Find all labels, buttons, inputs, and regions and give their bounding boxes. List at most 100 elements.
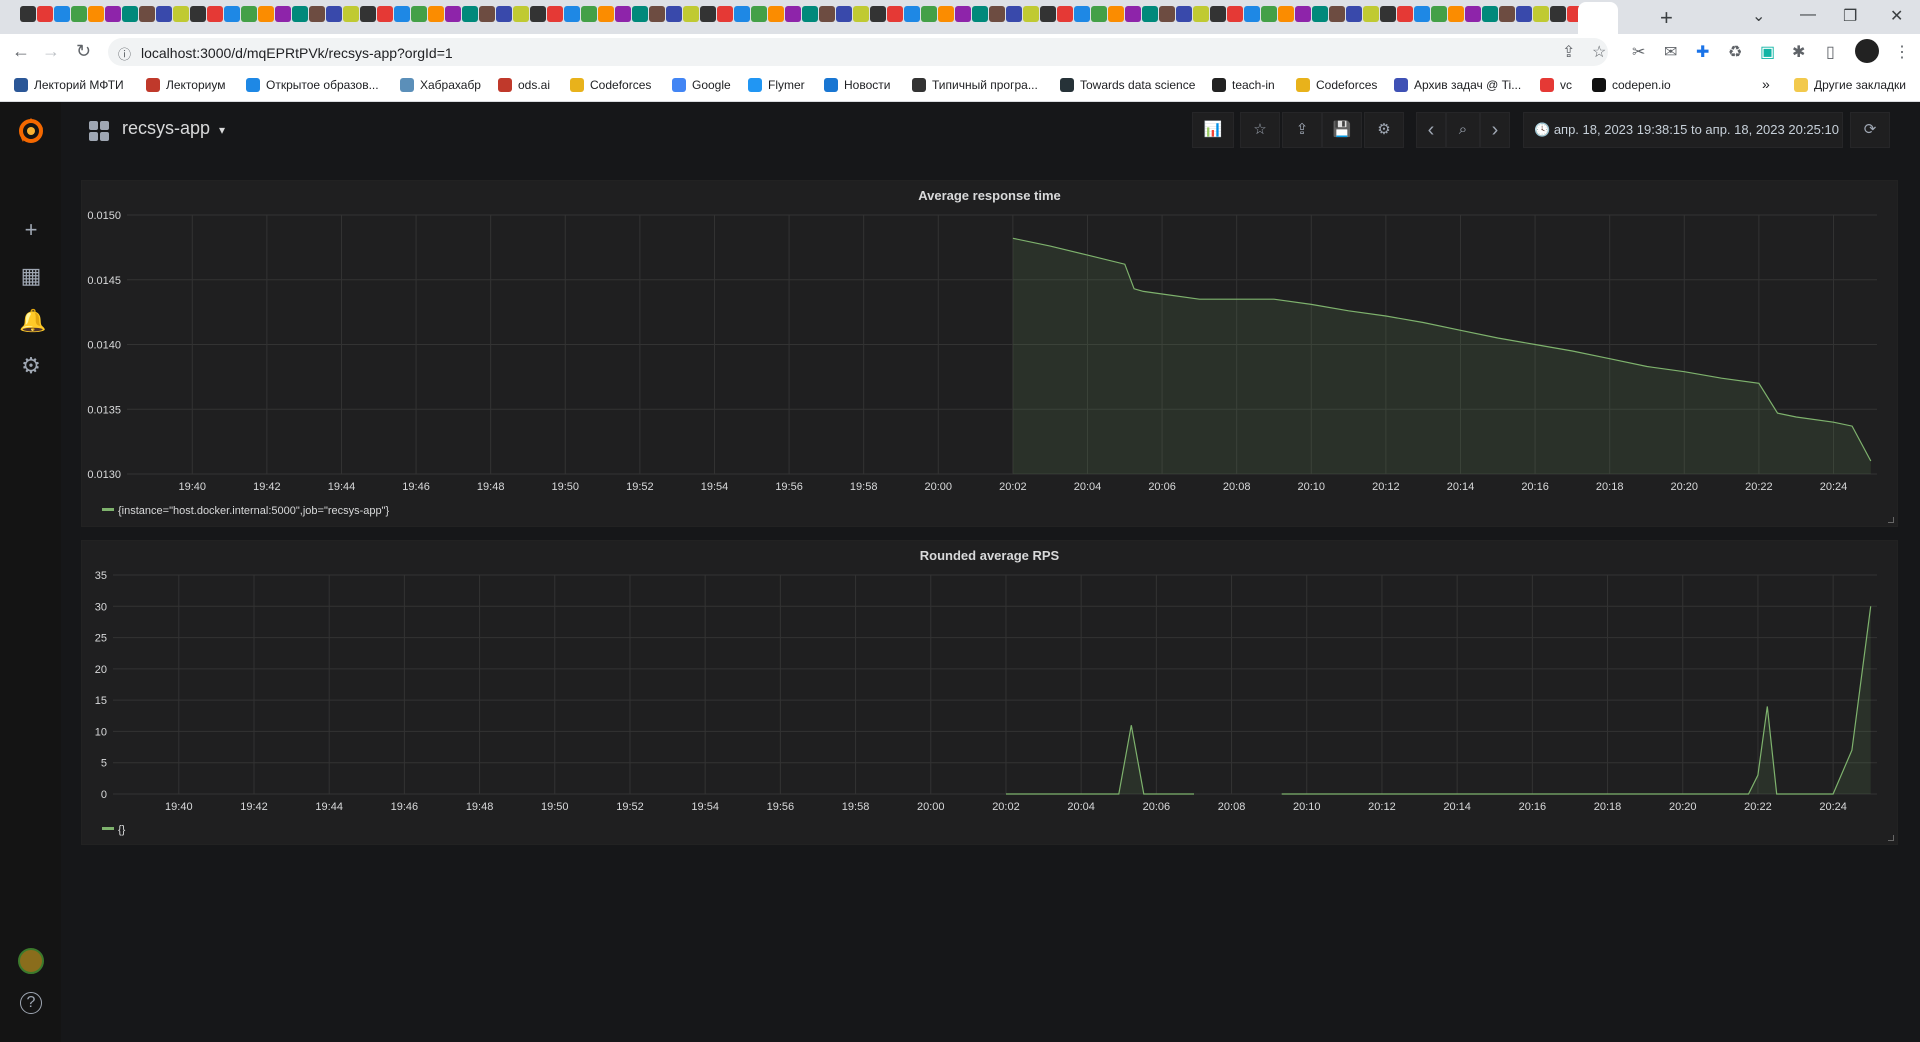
- tab-favicon-icon[interactable]: [938, 6, 954, 22]
- tab-favicon-icon[interactable]: [394, 6, 410, 22]
- tab-favicon-icon[interactable]: [1040, 6, 1056, 22]
- save-dashboard-button[interactable]: 💾: [1322, 112, 1362, 148]
- share-page-icon[interactable]: ⇪: [1562, 42, 1575, 62]
- bookmark-item[interactable]: Новости: [824, 78, 890, 92]
- tab-favicon-icon[interactable]: [1057, 6, 1073, 22]
- close-window-button[interactable]: ✕: [1890, 6, 1903, 26]
- tab-favicon-icon[interactable]: [1346, 6, 1362, 22]
- site-info-icon[interactable]: ⓘ: [118, 44, 131, 63]
- url-text[interactable]: localhost:3000/d/mqEPRtPVk/recsys-app?or…: [141, 45, 453, 61]
- dashboards-icon[interactable]: ▦: [19, 264, 43, 288]
- tab-favicon-icon[interactable]: [343, 6, 359, 22]
- time-shift-back-button[interactable]: ‹: [1416, 112, 1446, 148]
- tab-favicon-icon[interactable]: [972, 6, 988, 22]
- tab-favicon-icon[interactable]: [224, 6, 240, 22]
- other-bookmarks-folder[interactable]: Другие закладки: [1794, 78, 1906, 92]
- bookmark-item[interactable]: ods.ai: [498, 78, 550, 92]
- legend-item[interactable]: {instance="host.docker.internal:5000",jo…: [102, 505, 389, 517]
- tab-favicon-icon[interactable]: [1550, 6, 1566, 22]
- minimize-button[interactable]: —: [1800, 6, 1816, 24]
- bookmark-item[interactable]: Архив задач @ Ti...: [1394, 78, 1521, 92]
- bookmark-star-icon[interactable]: ☆: [1592, 42, 1606, 62]
- tab-favicon-icon[interactable]: [802, 6, 818, 22]
- extension-code-icon[interactable]: ▣: [1760, 42, 1775, 62]
- tab-favicon-icon[interactable]: [1431, 6, 1447, 22]
- tab-favicon-icon[interactable]: [428, 6, 444, 22]
- tab-favicon-icon[interactable]: [836, 6, 852, 22]
- tab-favicon-icon[interactable]: [683, 6, 699, 22]
- extension-mail-icon[interactable]: ✉: [1664, 42, 1677, 62]
- tab-favicon-icon[interactable]: [564, 6, 580, 22]
- tab-favicon-icon[interactable]: [1091, 6, 1107, 22]
- maximize-button[interactable]: ❐: [1843, 6, 1857, 26]
- tab-favicon-icon[interactable]: [1023, 6, 1039, 22]
- tab-favicon-icon[interactable]: [1329, 6, 1345, 22]
- tab-favicon-icon[interactable]: [190, 6, 206, 22]
- tab-favicon-icon[interactable]: [1244, 6, 1260, 22]
- tab-favicon-icon[interactable]: [326, 6, 342, 22]
- bookmark-item[interactable]: Хабрахабр: [400, 78, 481, 92]
- tab-favicon-icon[interactable]: [479, 6, 495, 22]
- configuration-icon[interactable]: ⚙: [19, 354, 43, 378]
- tab-favicon-icon[interactable]: [530, 6, 546, 22]
- tab-favicon-icon[interactable]: [1499, 6, 1515, 22]
- tab-favicon-icon[interactable]: [1125, 6, 1141, 22]
- tab-favicon-icon[interactable]: [496, 6, 512, 22]
- tab-favicon-icon[interactable]: [241, 6, 257, 22]
- extension-plus-icon[interactable]: ✚: [1696, 42, 1709, 62]
- tab-favicon-icon[interactable]: [1482, 6, 1498, 22]
- tab-favicon-icon[interactable]: [173, 6, 189, 22]
- bookmark-item[interactable]: Codeforces: [570, 78, 651, 92]
- tab-favicon-icon[interactable]: [292, 6, 308, 22]
- tab-favicon-icon[interactable]: [1312, 6, 1328, 22]
- forward-button[interactable]: →: [42, 41, 60, 62]
- tab-favicon-icon[interactable]: [785, 6, 801, 22]
- bookmark-item[interactable]: vc: [1540, 78, 1572, 92]
- bookmark-item[interactable]: Типичный програ...: [912, 78, 1038, 92]
- tab-favicon-icon[interactable]: [666, 6, 682, 22]
- grafana-logo-icon[interactable]: [16, 116, 46, 146]
- more-bookmarks-icon[interactable]: »: [1762, 76, 1770, 92]
- tab-favicon-icon[interactable]: [1142, 6, 1158, 22]
- tab-favicon-icon[interactable]: [581, 6, 597, 22]
- tab-favicon-icon[interactable]: [547, 6, 563, 22]
- tab-favicon-icon[interactable]: [462, 6, 478, 22]
- tab-favicon-icon[interactable]: [1516, 6, 1532, 22]
- tab-favicon-icon[interactable]: [921, 6, 937, 22]
- tab-favicon-icon[interactable]: [360, 6, 376, 22]
- tab-favicon-icon[interactable]: [751, 6, 767, 22]
- tab-favicon-icon[interactable]: [275, 6, 291, 22]
- tab-favicon-icon[interactable]: [1380, 6, 1396, 22]
- tab-favicon-icon[interactable]: [1363, 6, 1379, 22]
- tab-favicon-icon[interactable]: [989, 6, 1005, 22]
- response-time-chart[interactable]: 0.0130 0.0135 0.0140 0.0145 0.0150 19:40 19:42…: [82, 181, 1899, 528]
- tab-favicon-icon[interactable]: [1533, 6, 1549, 22]
- tab-favicon-icon[interactable]: [1108, 6, 1124, 22]
- alerting-icon[interactable]: 🔔: [19, 309, 46, 333]
- panel-resize-handle[interactable]: [1888, 517, 1894, 523]
- tab-favicon-icon[interactable]: [1261, 6, 1277, 22]
- bookmark-item[interactable]: teach-in: [1212, 78, 1275, 92]
- extensions-puzzle-icon[interactable]: ✱: [1792, 42, 1805, 62]
- bookmark-item[interactable]: codepen.io: [1592, 78, 1671, 92]
- create-icon[interactable]: +: [19, 218, 43, 242]
- time-range-picker[interactable]: 🕓 апр. 18, 2023 19:38:15 to апр. 18, 202…: [1523, 112, 1843, 148]
- tab-favicon-icon[interactable]: [1278, 6, 1294, 22]
- extension-mute-icon[interactable]: ✂: [1632, 42, 1645, 62]
- bookmark-item[interactable]: Лекториум: [146, 78, 225, 92]
- tab-favicon-icon[interactable]: [105, 6, 121, 22]
- tab-favicon-icon[interactable]: [122, 6, 138, 22]
- bookmark-item[interactable]: Towards data science: [1060, 78, 1195, 92]
- tab-favicon-icon[interactable]: [1210, 6, 1226, 22]
- tab-favicon-icon[interactable]: [887, 6, 903, 22]
- tab-favicon-icon[interactable]: [1227, 6, 1243, 22]
- bookmark-item[interactable]: Flymer: [748, 78, 805, 92]
- tab-favicon-icon[interactable]: [734, 6, 750, 22]
- tab-favicon-icon[interactable]: [411, 6, 427, 22]
- tab-favicon-icon[interactable]: [1074, 6, 1090, 22]
- tab-favicon-icon[interactable]: [1465, 6, 1481, 22]
- bookmark-item[interactable]: Codeforces: [1296, 78, 1377, 92]
- panel-resize-handle[interactable]: [1888, 835, 1894, 841]
- help-icon[interactable]: ?: [20, 992, 42, 1014]
- side-panel-icon[interactable]: ▯: [1826, 42, 1835, 62]
